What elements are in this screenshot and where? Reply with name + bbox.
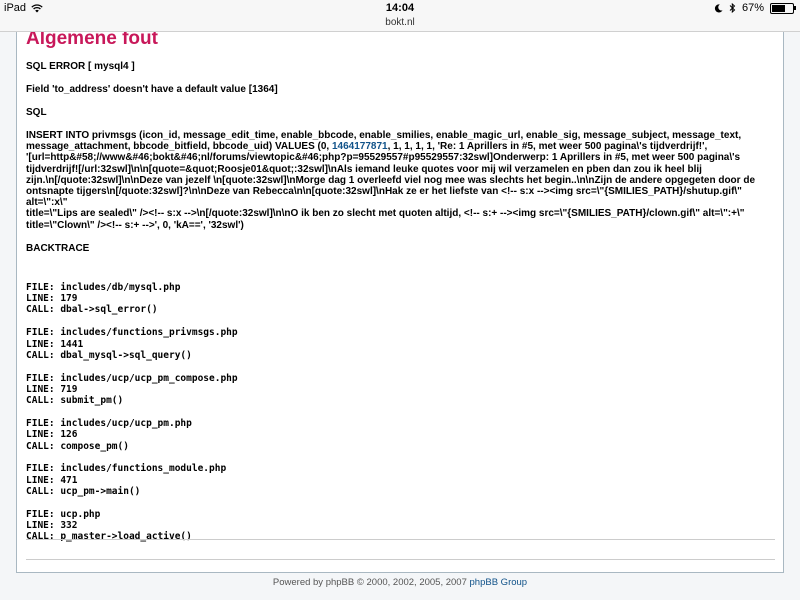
backtrace-frame: FILE: includes/ucp/ucp_pm.php LINE: 126 CA…	[26, 418, 776, 452]
backtrace-line: LINE: 179	[26, 293, 78, 305]
bluetooth-icon	[729, 3, 736, 13]
sql-query-line: title=\"Lips are sealed\" /><!-- s:x -->…	[26, 208, 776, 219]
phpbb-group-link[interactable]: phpBB Group	[470, 577, 528, 588]
backtrace-line: LINE: 1441	[26, 338, 84, 350]
url-bar[interactable]: bokt.nl	[0, 17, 800, 32]
sql-query-text: title=\"Clown\" /><!-- s:+ -->', 0, 'kA=…	[26, 219, 244, 231]
sql-query-line: INSERT INTO privmsgs (icon_id, message_e…	[26, 130, 776, 141]
sql-query-line: tijdverdrijf![/url:32swl]\n\n[quote=&quo…	[26, 164, 776, 175]
backtrace-call: CALL: compose_pm()	[26, 440, 129, 452]
sql-query-text: title=\"Lips are sealed\" /><!-- s:x -->…	[26, 208, 745, 220]
sql-error-line: SQL ERROR [ mysql4 ]	[26, 61, 135, 72]
timestamp-link[interactable]: 1464177871	[332, 141, 388, 152]
backtrace-line: LINE: 332	[26, 520, 78, 532]
backtrace-call: CALL: ucp_pm->main()	[26, 485, 141, 497]
sql-query-text: message_attachment, bbcode_bitfield, bbc…	[26, 141, 332, 153]
status-right: 67%	[714, 2, 796, 14]
backtrace-frame: FILE: ucp.php LINE: 332 CALL: p_master->lo…	[26, 509, 776, 543]
backtrace-frame: FILE: includes/functions_privmsgs.php LIN…	[26, 327, 776, 361]
sql-query-text: '[url=http&#58;//www&#46;bokt&#46;nl/for…	[26, 152, 741, 164]
backtrace-frame: FILE: includes/functions_module.php LINE:…	[26, 463, 776, 497]
footer-text: Powered by phpBB © 2000, 2002, 2005, 200…	[272, 577, 470, 588]
divider-bottom	[26, 559, 775, 560]
backtrace-file: FILE: includes/ucp/ucp_pm_compose.php	[26, 372, 238, 384]
battery-icon	[770, 2, 796, 14]
error-title: Algemene fout	[26, 32, 158, 49]
error-content: Algemene fout SQL ERROR [ mysql4 ] Field…	[26, 32, 776, 554]
backtrace-heading: BACKTRACE	[26, 242, 90, 254]
footer: Powered by phpBB © 2000, 2002, 2005, 200…	[0, 577, 800, 588]
sql-query-line: '[url=http&#58;//www&#46;bokt&#46;nl/for…	[26, 152, 776, 163]
backtrace-call: CALL: dbal_mysql->sql_query()	[26, 349, 192, 361]
status-bar: iPad 14:04 67%	[0, 0, 800, 17]
sql-query-text: , 1, 1, 1, 1, 'Re: 1 Aprillers in #5, me…	[387, 141, 708, 153]
field-error-message: Field 'to_address' doesn't have a defaul…	[26, 84, 278, 95]
sql-query-line: title=\"Clown\" /><!-- s:+ -->', 0, 'kA=…	[26, 220, 776, 231]
battery-percent: 67%	[741, 2, 764, 14]
backtrace-file: FILE: includes/ucp/ucp_pm.php	[26, 418, 192, 429]
sql-query-line: message_attachment, bbcode_bitfield, bbc…	[26, 141, 776, 152]
sql-query-line: ontsnapte tijgers\n[/quote:32swl]?\n\nDe…	[26, 186, 776, 208]
sql-query-text: INSERT INTO privmsgs (icon_id, message_e…	[26, 130, 742, 141]
backtrace-file: FILE: includes/db/mysql.php	[26, 281, 181, 293]
sql-query-text: tijdverdrijf![/url:32swl]\n\n[quote=&quo…	[26, 163, 702, 175]
backtrace-file: FILE: ucp.php	[26, 508, 101, 520]
backtrace-frame: FILE: includes/db/mysql.php LINE: 179 CALL…	[26, 282, 776, 316]
backtrace-line: LINE: 719	[26, 383, 78, 395]
sql-query-line: zijn.\n[/quote:32swl]\n\nDeze van jezelf…	[26, 175, 776, 186]
backtrace-call: CALL: dbal->sql_error()	[26, 304, 158, 316]
backtrace-call: CALL: p_master->load_active()	[26, 531, 192, 543]
backtrace-call: CALL: submit_pm()	[26, 395, 124, 407]
backtrace-file: FILE: includes/functions_privmsgs.php	[26, 327, 238, 339]
sql-query-text: ontsnapte tijgers\n[/quote:32swl]?\n\nDe…	[26, 186, 742, 209]
moon-icon	[714, 3, 723, 12]
backtrace-list: FILE: includes/db/mysql.php LINE: 179 CALL…	[26, 282, 776, 543]
sql-heading: SQL	[26, 107, 47, 118]
url-domain[interactable]: bokt.nl	[385, 17, 414, 28]
backtrace-frame: FILE: includes/ucp/ucp_pm_compose.php LIN…	[26, 373, 776, 407]
clock: 14:04	[385, 2, 415, 14]
backtrace-line: LINE: 471	[26, 474, 78, 486]
backtrace-file: FILE: includes/functions_module.php	[26, 463, 227, 475]
sql-query-text: zijn.\n[/quote:32swl]\n\nDeze van jezelf…	[26, 174, 756, 186]
sql-query: INSERT INTO privmsgs (icon_id, message_e…	[26, 130, 776, 231]
backtrace-line: LINE: 126	[26, 429, 78, 441]
error-panel: Algemene fout SQL ERROR [ mysql4 ] Field…	[16, 32, 784, 573]
divider-top	[26, 539, 775, 540]
